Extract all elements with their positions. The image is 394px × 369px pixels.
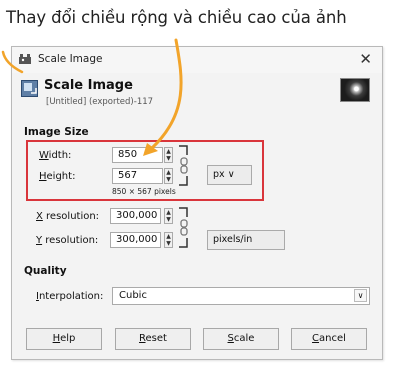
x-resolution-mnemonic: X bbox=[36, 211, 43, 222]
reset-label-rest: eset bbox=[145, 333, 167, 344]
y-resolution-input[interactable]: 300,000 bbox=[110, 232, 161, 248]
window-title: Scale Image bbox=[38, 53, 103, 65]
cancel-label-rest: ancel bbox=[319, 333, 346, 344]
close-icon[interactable]: ✕ bbox=[359, 50, 372, 68]
quality-section-label: Quality bbox=[24, 265, 67, 277]
help-label-rest: elp bbox=[60, 333, 76, 344]
spin-down-icon[interactable]: ▼ bbox=[165, 240, 172, 247]
image-name-subtitle: [Untitled] (exported)-117 bbox=[46, 97, 154, 107]
interpolation-label: Interpolation: bbox=[36, 291, 103, 302]
scale-image-icon bbox=[21, 80, 38, 97]
dialog-heading: Scale Image bbox=[44, 78, 133, 93]
x-resolution-input[interactable]: 300,000 bbox=[110, 208, 161, 224]
spin-down-icon[interactable]: ▼ bbox=[165, 216, 172, 223]
scale-image-dialog: Scale Image ✕ Scale Image [Untitled] (ex… bbox=[11, 46, 383, 360]
spin-up-icon[interactable]: ▲ bbox=[165, 233, 172, 240]
cancel-button[interactable]: Cancel bbox=[291, 328, 367, 350]
x-resolution-label: X resolution: bbox=[36, 211, 99, 222]
x-resolution-label-rest: resolution: bbox=[42, 211, 100, 222]
resolution-unit-select[interactable]: pixels/in bbox=[207, 230, 285, 250]
scale-button[interactable]: Scale bbox=[203, 328, 279, 350]
y-resolution-spinner[interactable]: ▲ ▼ bbox=[164, 232, 173, 248]
image-preview-thumbnail bbox=[340, 78, 370, 102]
gimp-wilber-icon bbox=[19, 54, 31, 64]
help-mnemonic: H bbox=[52, 333, 61, 344]
interpolation-value: Cubic bbox=[119, 290, 147, 301]
x-resolution-spinner[interactable]: ▲ ▼ bbox=[164, 208, 173, 224]
interpolation-label-rest: nterpolation: bbox=[38, 291, 104, 302]
highlight-box bbox=[26, 140, 264, 201]
reset-button[interactable]: Reset bbox=[115, 328, 191, 350]
y-resolution-label: Y resolution: bbox=[36, 235, 98, 246]
caption-text: Thay đổi chiều rộng và chiều cao của ảnh bbox=[6, 8, 347, 27]
y-resolution-label-rest: resolution: bbox=[42, 235, 99, 246]
cancel-mnemonic: C bbox=[312, 333, 320, 344]
image-size-section-label: Image Size bbox=[24, 126, 89, 138]
chevron-down-icon[interactable]: ∨ bbox=[354, 289, 367, 302]
interpolation-select[interactable]: Cubic ∨ bbox=[112, 287, 370, 305]
spin-up-icon[interactable]: ▲ bbox=[165, 209, 172, 216]
title-bar: Scale Image ✕ bbox=[12, 47, 382, 73]
resolution-chain-icon[interactable] bbox=[177, 205, 191, 251]
scale-label-rest: cale bbox=[233, 333, 255, 344]
help-button[interactable]: Help bbox=[26, 328, 102, 350]
